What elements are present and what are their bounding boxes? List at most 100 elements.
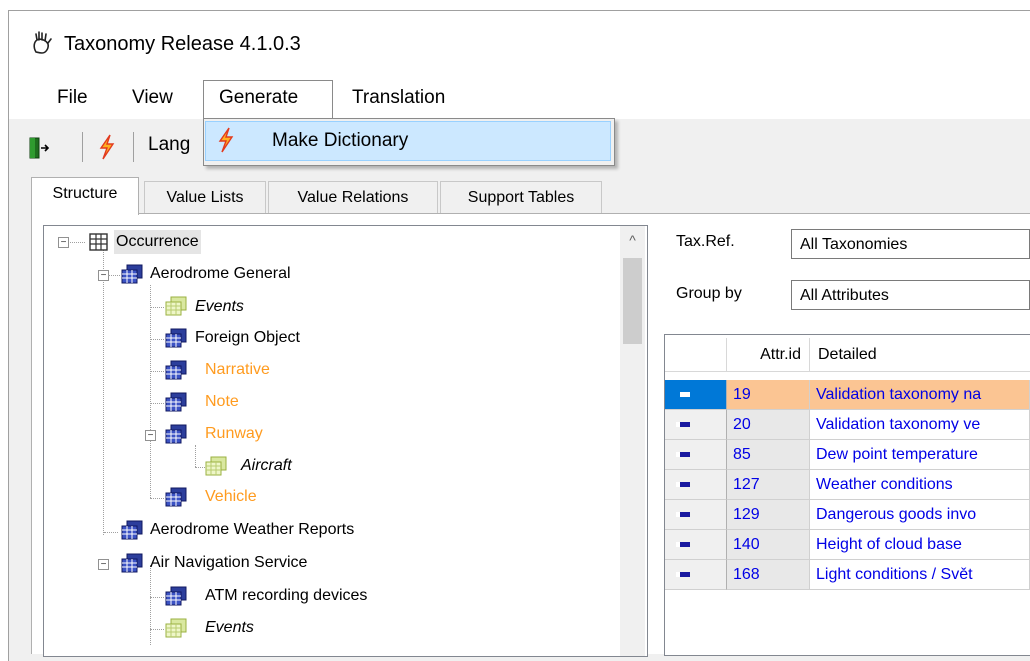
row-selector[interactable] [665,500,727,530]
row-marker-icon [676,542,690,547]
cell-detailed[interactable]: Dangerous goods invo [810,500,1030,530]
toolbar-separator [133,132,134,162]
tree-node-label: Vehicle [205,488,257,505]
tree-node[interactable]: Note [205,390,239,414]
table-row[interactable]: 168 Light conditions / Svět [665,560,1030,590]
collapse-toggle[interactable]: − [145,430,156,441]
row-selector[interactable] [665,440,727,470]
tree-node[interactable]: Aircraft [241,454,292,478]
table-row[interactable]: 19 Validation taxonomy na [665,380,1030,410]
tree-node[interactable]: Runway [205,422,263,446]
hand-icon [33,31,52,54]
make-dictionary-label: Make Dictionary [272,130,409,151]
tree-line [150,285,151,498]
groupby-label: Group by [676,285,742,302]
menu-file[interactable]: File [57,77,88,119]
tree-node[interactable]: Foreign Object [195,326,300,350]
tree-node-label: Events [195,298,244,315]
tab-support-tables[interactable]: Support Tables [440,181,602,214]
tree-line [67,242,85,243]
groupby-select[interactable]: All Attributes [791,280,1030,310]
tree-node[interactable]: Narrative [205,358,270,382]
tree-node-label: Occurrence [116,233,199,250]
row-selector[interactable] [665,560,727,590]
tree-line [150,307,164,308]
table-green-icon [205,456,227,476]
table-row[interactable]: 140 Height of cloud base [665,530,1030,560]
row-selector[interactable] [665,470,727,500]
table-green-icon [165,618,187,638]
exit-door-icon[interactable] [28,136,50,160]
cell-attr-id[interactable]: 19 [727,380,810,410]
table-row[interactable]: 85 Dew point temperature [665,440,1030,470]
tree-node[interactable]: Occurrence [114,230,201,254]
tree-node-label: Events [205,619,254,636]
tree-node-label: Aerodrome General [150,265,291,282]
window-title: Taxonomy Release 4.1.0.3 [64,33,301,55]
tree-line [150,629,164,630]
tree-node[interactable]: Events [205,616,254,640]
tree-node-label: Note [205,393,239,410]
table-row[interactable]: 129 Dangerous goods invo [665,500,1030,530]
tree-node-label: Aerodrome Weather Reports [150,521,355,538]
lightning-icon[interactable] [97,134,117,160]
cell-attr-id[interactable]: 168 [727,560,810,590]
tree-node-label: Aircraft [241,457,292,474]
table-row[interactable]: 127 Weather conditions [665,470,1030,500]
cell-attr-id[interactable]: 20 [727,410,810,440]
taxref-select[interactable]: All Taxonomies [791,229,1030,259]
scroll-up-button[interactable]: ^ [623,232,642,252]
table-root-icon [89,233,108,251]
cell-attr-id[interactable]: 127 [727,470,810,500]
tree-node-label: Foreign Object [195,329,300,346]
tree-node[interactable]: Events [195,295,244,319]
cell-detailed[interactable]: Height of cloud base [810,530,1030,560]
lightning-icon [218,127,234,153]
tree-node[interactable]: ATM recording devices [205,584,367,608]
table-row[interactable]: 20 Validation taxonomy ve [665,410,1030,440]
tree-node[interactable]: Aerodrome General [150,262,291,286]
menu-translation[interactable]: Translation [352,77,445,119]
tree-line [108,275,120,276]
tree-node[interactable]: Air Navigation Service [150,551,307,575]
column-header-detailed[interactable]: Detailed [810,338,1030,372]
cell-attr-id[interactable]: 85 [727,440,810,470]
menu-generate[interactable]: Generate [219,77,298,119]
row-selector[interactable] [665,410,727,440]
tree-node[interactable]: Vehicle [205,485,257,509]
collapse-toggle[interactable]: − [98,559,109,570]
cell-detailed[interactable]: Light conditions / Svět [810,560,1030,590]
row-marker-icon [676,512,690,517]
tree-node[interactable]: Aerodrome Weather Reports [150,518,354,542]
cell-detailed[interactable]: Weather conditions [810,470,1030,500]
tab-value-lists[interactable]: Value Lists [144,181,266,214]
tree-node-label: ATM recording devices [205,587,368,604]
table-blue-icon [165,487,187,507]
table-blue-icon [121,520,143,540]
tab-structure[interactable]: Structure [31,177,139,215]
toolbar-separator [82,132,83,162]
table-blue-icon [121,264,143,284]
tree-line [150,339,164,340]
row-marker-icon [676,572,690,577]
table-blue-icon [165,328,187,348]
menu-view[interactable]: View [132,77,173,119]
cell-detailed[interactable]: Dew point temperature [810,440,1030,470]
cell-attr-id[interactable]: 129 [727,500,810,530]
row-selector[interactable] [665,380,727,410]
cell-detailed[interactable]: Validation taxonomy ve [810,410,1030,440]
table-blue-icon [121,553,143,573]
row-selector[interactable] [665,530,727,560]
table-blue-icon [165,424,187,444]
cell-detailed[interactable]: Validation taxonomy na [810,380,1030,410]
scroll-thumb[interactable] [623,258,642,344]
tree-node-label: Runway [205,425,263,442]
tree-line [195,445,196,467]
tab-value-relations[interactable]: Value Relations [268,181,438,214]
collapse-toggle[interactable]: − [58,237,69,248]
tree-line [104,532,118,533]
cell-attr-id[interactable]: 140 [727,530,810,560]
column-header-attr-id[interactable]: Attr.id [727,338,810,372]
row-marker-icon [676,452,690,457]
row-marker-icon [676,482,690,487]
